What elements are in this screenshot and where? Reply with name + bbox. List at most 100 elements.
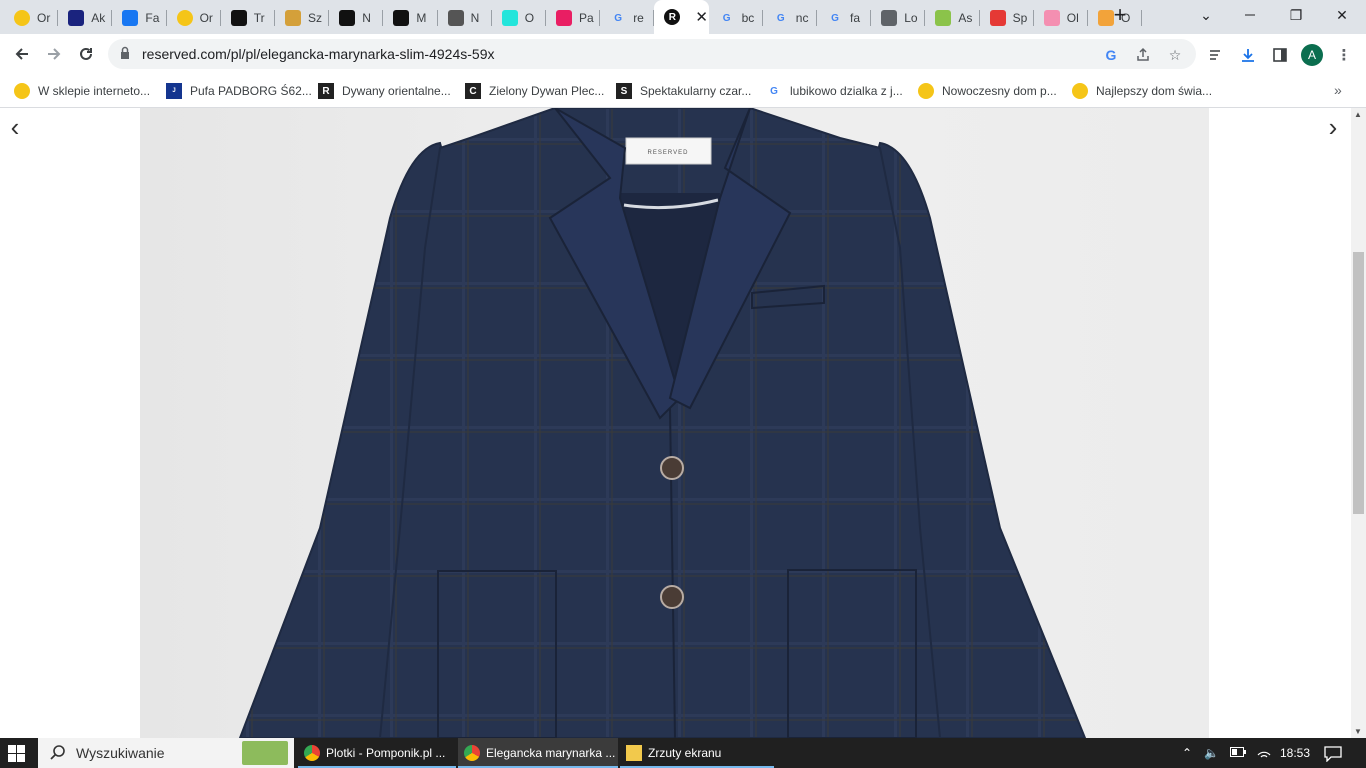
scroll-down-icon[interactable]: ▼: [1354, 727, 1362, 736]
grid-icon: [556, 10, 572, 26]
taskbar-app-button[interactable]: Elegancka marynarka ...: [458, 738, 618, 768]
scrollbar-thumb[interactable]: [1353, 252, 1364, 514]
bookmark-item[interactable]: Glubikowo dzialka z j...: [766, 82, 903, 100]
volume-muted-icon[interactable]: 🔈: [1204, 746, 1219, 760]
bookmark-item[interactable]: W sklepie interneto...: [14, 82, 150, 100]
yellow-circle-icon: [14, 10, 30, 26]
folder-icon: [626, 745, 642, 761]
tab-active[interactable]: R ✕: [654, 0, 709, 34]
bookmark-item[interactable]: S Spektakularny czar...: [616, 82, 751, 100]
back-button[interactable]: [10, 42, 34, 66]
clock-time[interactable]: 18:53: [1280, 746, 1310, 760]
tray-overflow-icon[interactable]: ⌃: [1182, 746, 1192, 760]
bookmarks-overflow-icon[interactable]: »: [1334, 82, 1342, 98]
taskbar-app-label: Zrzuty ekranu: [648, 746, 722, 760]
side-panel-icon[interactable]: [1270, 45, 1290, 65]
bookmarks-bar: W sklepie interneto... J Pufa PADBORG Ś62.…: [0, 74, 1366, 108]
tab[interactable]: Sz: [275, 2, 330, 34]
minimize-button[interactable]: [1230, 0, 1270, 30]
bookmark-label: Zielony Dywan Plec...: [489, 84, 605, 98]
gallery-next-icon[interactable]: ›: [1323, 114, 1343, 142]
taskbar-app-button[interactable]: Zrzuty ekranu: [620, 738, 774, 768]
tab[interactable]: Gbc: [709, 2, 763, 34]
tab[interactable]: As: [925, 2, 980, 34]
tab-label: Or: [37, 11, 51, 25]
tab[interactable]: O: [492, 2, 546, 34]
battery-icon[interactable]: [1230, 746, 1246, 760]
tab-label: Sp: [1012, 11, 1028, 25]
tab-label: re: [633, 11, 644, 25]
windows-start-icon[interactable]: [8, 745, 25, 762]
tab-search-icon[interactable]: ⌄: [1186, 0, 1226, 30]
menu-kebab-icon[interactable]: ⋮: [1334, 45, 1354, 65]
tab[interactable]: Gnc: [763, 2, 817, 34]
bookmark-label: Najlepszy dom świa...: [1096, 84, 1213, 98]
product-image[interactable]: RESERVED: [140, 108, 1209, 738]
forward-button[interactable]: [42, 42, 66, 66]
reload-button[interactable]: [74, 42, 98, 66]
bookmark-item[interactable]: Nowoczesny dom p...: [918, 82, 1057, 100]
tab[interactable]: Pa: [546, 2, 601, 34]
profile-avatar[interactable]: A: [1301, 44, 1323, 66]
tab[interactable]: Gfa: [817, 2, 872, 34]
jacket-button-bottom: [660, 585, 684, 609]
bookmark-label: Pufa PADBORG Ś62...: [190, 84, 312, 98]
tab-label: N: [470, 11, 480, 25]
download-icon[interactable]: [1238, 45, 1258, 65]
tab[interactable]: Ol: [1034, 2, 1088, 34]
close-window-button[interactable]: ✕: [1322, 0, 1362, 30]
tab-label: Fa: [145, 11, 160, 25]
reading-list-icon[interactable]: [1206, 45, 1226, 65]
bookmark-star-icon[interactable]: ☆: [1166, 46, 1184, 64]
google-lens-icon[interactable]: G: [1102, 46, 1120, 64]
taskbar-app-button[interactable]: Plotki - Pomponik.pl ...: [298, 738, 456, 768]
wifi-icon[interactable]: [1256, 746, 1272, 761]
windows-taskbar: Wyszukiwanie Plotki - Pomponik.pl ... Ele…: [0, 738, 1366, 768]
tab[interactable]: N: [329, 2, 384, 34]
share-icon[interactable]: [1134, 46, 1152, 64]
tab-label: Ol: [1066, 11, 1079, 25]
tab-label: Pa: [579, 11, 594, 25]
tab[interactable]: Or: [167, 2, 221, 34]
bookmark-item[interactable]: R Dywany orientalne...: [318, 82, 451, 100]
t-icon: [1043, 10, 1060, 26]
taskbar-search[interactable]: Wyszukiwanie: [38, 738, 294, 768]
tab[interactable]: Fa: [112, 2, 167, 34]
new-tab-button[interactable]: +: [1108, 4, 1132, 28]
tab-label: As: [958, 11, 973, 25]
tab-label: O: [524, 11, 535, 25]
scroll-up-icon[interactable]: ▲: [1354, 110, 1362, 119]
tab-label: nc: [795, 11, 809, 25]
tab-label: bc: [741, 11, 755, 25]
jacket-button-top: [660, 456, 684, 480]
notifications-icon[interactable]: [1324, 746, 1342, 765]
tab[interactable]: Ak: [58, 2, 113, 34]
c-icon: C: [465, 83, 481, 99]
gallery-prev-icon[interactable]: ‹: [5, 114, 25, 142]
tab-label: M: [416, 11, 427, 25]
page-viewport: RESERVED ‹ ›: [0, 108, 1351, 738]
search-placeholder[interactable]: Wyszukiwanie: [76, 745, 165, 761]
bookmark-item[interactable]: J Pufa PADBORG Ś62...: [166, 82, 312, 100]
close-tab-icon[interactable]: ✕: [695, 8, 708, 26]
tab[interactable]: Gre: [600, 2, 655, 34]
tab[interactable]: M: [383, 2, 438, 34]
bookmark-label: W sklepie interneto...: [38, 84, 151, 98]
tab[interactable]: N: [438, 2, 492, 34]
vertical-scrollbar[interactable]: ▲ ▼: [1351, 108, 1366, 738]
address-bar[interactable]: reserved.com/pl/pl/elegancka-marynarka-s…: [108, 39, 1196, 69]
bookmark-item[interactable]: C Zielony Dywan Plec...: [465, 82, 604, 100]
tab[interactable]: Sp: [980, 2, 1034, 34]
url-text[interactable]: reserved.com/pl/pl/elegancka-marynarka-s…: [142, 46, 494, 62]
search-highlight-image[interactable]: [242, 741, 288, 765]
leaf-icon: [935, 10, 952, 26]
tab[interactable]: Tr: [221, 2, 275, 34]
google-icon: G: [776, 12, 785, 24]
tab[interactable]: Lo: [871, 2, 926, 34]
reserved-icon: R: [664, 9, 681, 25]
tab[interactable]: Or: [4, 2, 59, 34]
yellow-circle-icon: [918, 83, 934, 99]
globe-icon: [881, 10, 898, 26]
bookmark-item[interactable]: Najlepszy dom świa...: [1072, 82, 1212, 100]
restore-button[interactable]: ❐: [1276, 0, 1316, 30]
